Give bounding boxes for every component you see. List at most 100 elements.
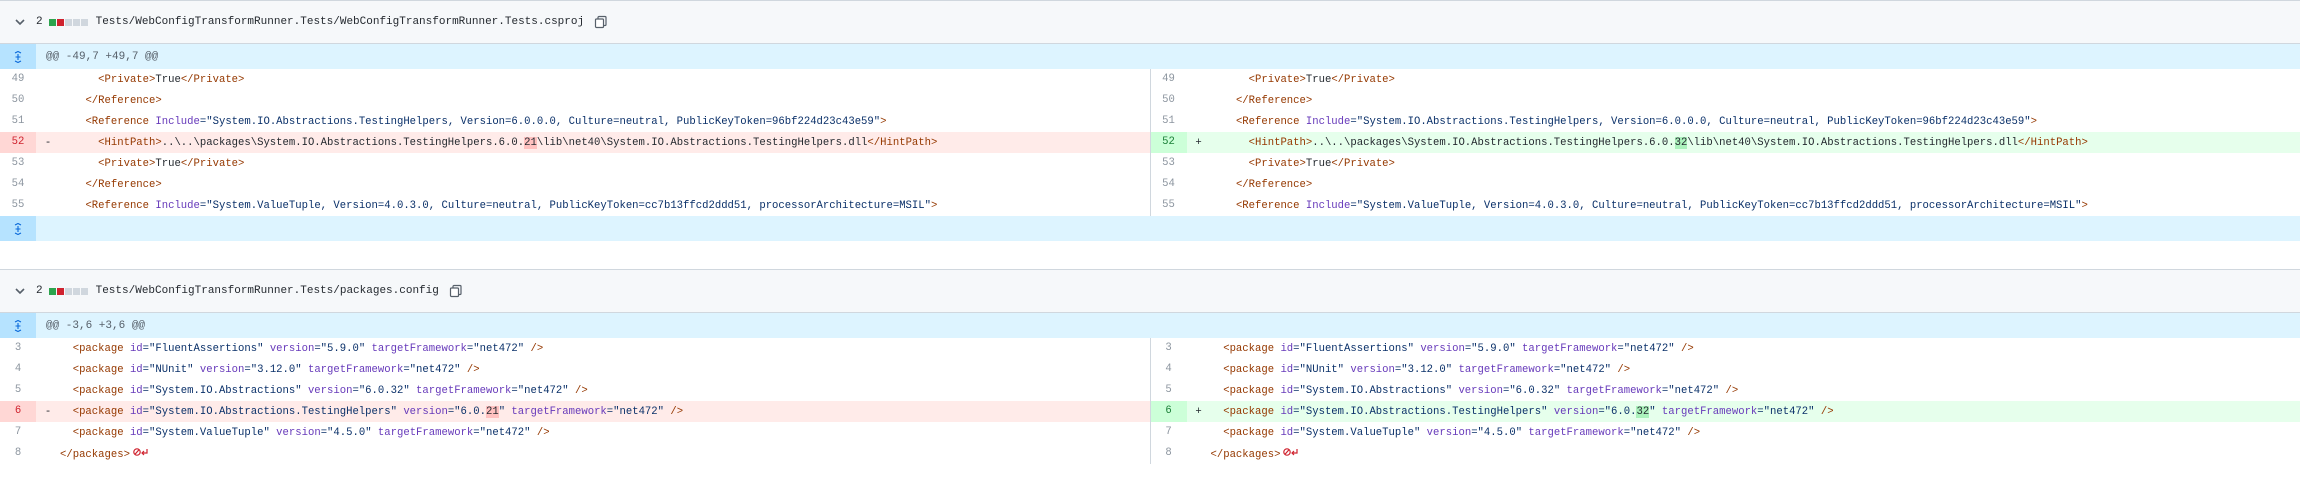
context-line: 50 </Reference> [0,90,1150,111]
code-text: <Reference Include="System.ValueTuple, V… [1235,199,2088,212]
line-number[interactable]: 55 [0,195,36,216]
diffstat-neutral [72,18,80,26]
diffstat-neutral [80,18,88,26]
line-number[interactable]: 7 [1151,422,1187,443]
context-line: 53 <Private>True</Private> [0,153,1150,174]
code-text: <package id="System.ValueTuple" version=… [1223,426,1701,439]
split-diff: 3 <package id="FluentAssertions" version… [0,338,2300,464]
line-number[interactable]: 52 [1150,132,1187,153]
context-line: 54 </Reference> [1151,174,2300,195]
line-number[interactable]: 4 [0,359,36,380]
code-text: <package id="FluentAssertions" version="… [1223,342,1694,355]
left-side: 49 <Private>True</Private> 50 </Reference… [0,69,1151,216]
code-text: <Reference Include="System.IO.Abstractio… [85,115,887,128]
code-text: <package id="NUnit" version="3.12.0" tar… [72,363,480,376]
chevron-down-icon[interactable] [14,16,26,28]
diff-marker: + [1195,405,1202,418]
line-number[interactable]: 49 [0,69,36,90]
file-path[interactable]: Tests/WebConfigTransformRunner.Tests/Web… [96,16,584,28]
added-line: 6 + <package id="System.IO.Abstractions.T… [1150,401,2300,422]
diffstat-neutral [64,287,72,295]
line-number[interactable]: 3 [0,338,36,359]
file-path[interactable]: Tests/WebConfigTransformRunner.Tests/pac… [96,285,439,297]
line-number[interactable]: 50 [1151,90,1187,111]
context-line: 5 <package id="System.IO.Abstractions" v… [1151,380,2300,401]
code-text: <Private>True</Private> [1248,73,1395,86]
context-line: 4 <package id="NUnit" version="3.12.0" t… [0,359,1150,380]
line-number[interactable]: 6 [1150,401,1187,422]
diffstat-blocks [48,18,88,26]
context-line: 4 <package id="NUnit" version="3.12.0" t… [1151,359,2300,380]
hunk-range: @@ -3,6 +3,6 @@ [46,319,146,332]
line-number[interactable]: 54 [1151,174,1187,195]
line-number[interactable]: 6 [0,401,36,422]
line-number[interactable]: 55 [1151,195,1187,216]
diffstat-removed [56,287,64,295]
copy-icon[interactable] [594,15,608,29]
copy-icon[interactable] [449,284,463,298]
change-count: 2 [36,16,43,28]
file-header: 2 Tests/WebConfigTransformRunner.Tests/p… [0,270,2300,313]
line-number[interactable]: 3 [1151,338,1187,359]
line-number[interactable]: 5 [0,380,36,401]
context-line: 8 </packages> [0,443,1150,464]
line-number[interactable]: 50 [0,90,36,111]
line-number[interactable]: 4 [1151,359,1187,380]
no-newline-icon [1283,447,1299,461]
line-number[interactable]: 53 [1151,153,1187,174]
code-text: <package id="FluentAssertions" version="… [72,342,544,355]
diffstat-added [48,18,56,26]
code-text: <Reference Include="System.ValueTuple, V… [85,199,938,212]
line-number[interactable]: 51 [1151,111,1187,132]
line-number[interactable]: 5 [1151,380,1187,401]
removed-line: 6- <package id="System.IO.Abstractions.T… [0,401,1150,422]
code-text: </Reference> [85,178,162,191]
no-newline-icon [133,447,149,461]
diffstat-removed [56,18,64,26]
code-text: </Reference> [1235,94,1313,107]
diff-file: 2 Tests/WebConfigTransformRunner.Tests/W… [0,0,2300,241]
expand-icon[interactable] [0,44,36,69]
code-text: </Reference> [85,94,162,107]
diffstat-neutral [64,18,72,26]
line-number[interactable]: 52 [0,132,36,153]
split-diff: 49 <Private>True</Private> 50 </Reference… [0,69,2300,216]
context-line: 50 </Reference> [1151,90,2300,111]
expand-icon[interactable] [0,313,36,338]
added-line: 52 + <HintPath>..\..\packages\System.IO.A… [1150,132,2300,153]
context-line: 3 <package id="FluentAssertions" version… [0,338,1150,359]
diffstat-neutral [80,287,88,295]
chevron-down-icon[interactable] [14,285,26,297]
code-text: <HintPath>..\..\packages\System.IO.Abstr… [98,136,938,149]
line-number[interactable]: 8 [0,443,36,464]
code-text: <package id="System.IO.Abstractions.Test… [72,405,684,418]
line-number[interactable]: 54 [0,174,36,195]
code-text: <Private>True</Private> [1248,157,1395,170]
code-text: <HintPath>..\..\packages\System.IO.Abstr… [1248,136,2088,149]
expand-icon[interactable] [0,216,36,241]
context-line: 53 <Private>True</Private> [1151,153,2300,174]
diff-view: 2 Tests/WebConfigTransformRunner.Tests/W… [0,0,2300,464]
context-line: 7 <package id="System.ValueTuple" versio… [1151,422,2300,443]
diffstat-added [48,287,56,295]
context-line: 55 <Reference Include="System.ValueTuple… [0,195,1150,216]
diffstat-blocks [48,287,88,295]
line-number[interactable]: 8 [1151,443,1187,464]
context-line: 7 <package id="System.ValueTuple" versio… [0,422,1150,443]
line-number[interactable]: 51 [0,111,36,132]
left-side: 3 <package id="FluentAssertions" version… [0,338,1151,464]
context-line: 8 </packages> [1151,443,2300,464]
code-text: <Private>True</Private> [98,73,245,86]
line-number[interactable]: 53 [0,153,36,174]
line-number[interactable]: 7 [0,422,36,443]
context-line: 51 <Reference Include="System.IO.Abstrac… [1151,111,2300,132]
diff-file: 2 Tests/WebConfigTransformRunner.Tests/p… [0,269,2300,464]
context-line: 51 <Reference Include="System.IO.Abstrac… [0,111,1150,132]
diff-marker: - [44,136,52,149]
diffstat-neutral [72,287,80,295]
diff-marker: + [1195,136,1202,149]
right-side: 49 <Private>True</Private> 50 </Reference… [1150,69,2300,216]
context-line: 49 <Private>True</Private> [0,69,1150,90]
line-number[interactable]: 49 [1151,69,1187,90]
context-line: 55 <Reference Include="System.ValueTuple… [1151,195,2300,216]
